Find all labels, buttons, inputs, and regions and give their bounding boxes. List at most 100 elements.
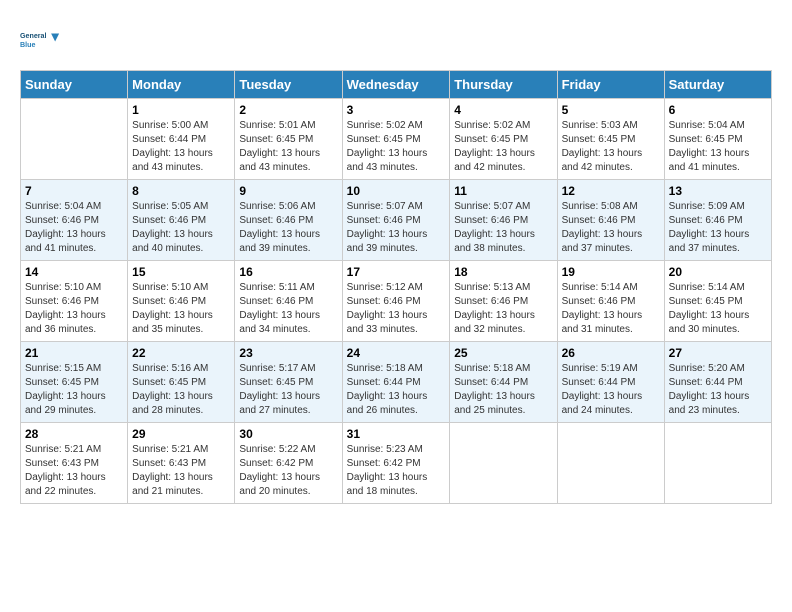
day-info: Sunrise: 5:10 AMSunset: 6:46 PMDaylight:… (25, 281, 123, 337)
day-number: 8 (132, 184, 230, 198)
calendar-cell: 22 Sunrise: 5:16 AMSunset: 6:45 PMDayligh… (128, 342, 235, 423)
day-info: Sunrise: 5:15 AMSunset: 6:45 PMDaylight:… (25, 362, 123, 418)
calendar-cell: 4 Sunrise: 5:02 AMSunset: 6:45 PMDaylight… (450, 99, 557, 180)
day-info: Sunrise: 5:08 AMSunset: 6:46 PMDaylight:… (562, 200, 660, 256)
day-number: 19 (562, 265, 660, 279)
weekday-header-sunday: Sunday (21, 71, 128, 99)
day-info: Sunrise: 5:21 AMSunset: 6:43 PMDaylight:… (132, 443, 230, 499)
day-number: 24 (347, 346, 446, 360)
calendar-week-row: 21Sunrise: 5:15 AMSunset: 6:45 PMDayligh… (21, 342, 772, 423)
day-info: Sunrise: 5:09 AMSunset: 6:46 PMDaylight:… (669, 200, 767, 256)
day-info: Sunrise: 5:14 AMSunset: 6:45 PMDaylight:… (669, 281, 767, 337)
day-info: Sunrise: 5:10 AMSunset: 6:46 PMDaylight:… (132, 281, 230, 337)
logo-icon: GeneralBlue (20, 20, 60, 60)
day-info: Sunrise: 5:14 AMSunset: 6:46 PMDaylight:… (562, 281, 660, 337)
calendar-cell: 2 Sunrise: 5:01 AMSunset: 6:45 PMDaylight… (235, 99, 342, 180)
weekday-header-saturday: Saturday (664, 71, 771, 99)
calendar-cell: 19 Sunrise: 5:14 AMSunset: 6:46 PMDayligh… (557, 261, 664, 342)
day-info: Sunrise: 5:22 AMSunset: 6:42 PMDaylight:… (239, 443, 337, 499)
weekday-header-monday: Monday (128, 71, 235, 99)
calendar-cell: 27 Sunrise: 5:20 AMSunset: 6:44 PMDayligh… (664, 342, 771, 423)
day-info: Sunrise: 5:02 AMSunset: 6:45 PMDaylight:… (454, 119, 552, 175)
calendar-cell (450, 423, 557, 504)
calendar-cell: 21Sunrise: 5:15 AMSunset: 6:45 PMDayligh… (21, 342, 128, 423)
calendar-cell: 9 Sunrise: 5:06 AMSunset: 6:46 PMDaylight… (235, 180, 342, 261)
day-number: 3 (347, 103, 446, 117)
day-info: Sunrise: 5:18 AMSunset: 6:44 PMDaylight:… (347, 362, 446, 418)
day-number: 26 (562, 346, 660, 360)
calendar-cell: 11Sunrise: 5:07 AMSunset: 6:46 PMDayligh… (450, 180, 557, 261)
day-number: 13 (669, 184, 767, 198)
day-number: 18 (454, 265, 552, 279)
calendar-cell: 25 Sunrise: 5:18 AMSunset: 6:44 PMDayligh… (450, 342, 557, 423)
calendar-week-row: 7Sunrise: 5:04 AMSunset: 6:46 PMDaylight… (21, 180, 772, 261)
day-number: 22 (132, 346, 230, 360)
calendar-cell: 17Sunrise: 5:12 AMSunset: 6:46 PMDayligh… (342, 261, 450, 342)
calendar-cell: 29 Sunrise: 5:21 AMSunset: 6:43 PMDayligh… (128, 423, 235, 504)
day-number: 6 (669, 103, 767, 117)
calendar-cell: 6 Sunrise: 5:04 AMSunset: 6:45 PMDaylight… (664, 99, 771, 180)
day-info: Sunrise: 5:11 AMSunset: 6:46 PMDaylight:… (239, 281, 337, 337)
day-info: Sunrise: 5:04 AMSunset: 6:45 PMDaylight:… (669, 119, 767, 175)
calendar-cell: 5Sunrise: 5:03 AMSunset: 6:45 PMDaylight… (557, 99, 664, 180)
weekday-header-friday: Friday (557, 71, 664, 99)
calendar-cell: 7Sunrise: 5:04 AMSunset: 6:46 PMDaylight… (21, 180, 128, 261)
weekday-header-wednesday: Wednesday (342, 71, 450, 99)
calendar-cell: 28 Sunrise: 5:21 AMSunset: 6:43 PMDayligh… (21, 423, 128, 504)
day-number: 25 (454, 346, 552, 360)
calendar-cell: 12 Sunrise: 5:08 AMSunset: 6:46 PMDayligh… (557, 180, 664, 261)
calendar-cell: 14 Sunrise: 5:10 AMSunset: 6:46 PMDayligh… (21, 261, 128, 342)
day-number: 12 (562, 184, 660, 198)
day-info: Sunrise: 5:21 AMSunset: 6:43 PMDaylight:… (25, 443, 123, 499)
calendar-cell: 26 Sunrise: 5:19 AMSunset: 6:44 PMDayligh… (557, 342, 664, 423)
day-number: 31 (347, 427, 446, 441)
calendar-cell: 3 Sunrise: 5:02 AMSunset: 6:45 PMDaylight… (342, 99, 450, 180)
day-number: 4 (454, 103, 552, 117)
calendar-cell: 10 Sunrise: 5:07 AMSunset: 6:46 PMDayligh… (342, 180, 450, 261)
day-number: 1 (132, 103, 230, 117)
svg-text:General: General (20, 32, 47, 40)
day-info: Sunrise: 5:06 AMSunset: 6:46 PMDaylight:… (239, 200, 337, 256)
calendar-cell (557, 423, 664, 504)
calendar-table: SundayMondayTuesdayWednesdayThursdayFrid… (20, 70, 772, 504)
day-number: 7 (25, 184, 123, 198)
weekday-header-row: SundayMondayTuesdayWednesdayThursdayFrid… (21, 71, 772, 99)
day-info: Sunrise: 5:00 AMSunset: 6:44 PMDaylight:… (132, 119, 230, 175)
day-number: 10 (347, 184, 446, 198)
day-number: 11 (454, 184, 552, 198)
day-info: Sunrise: 5:01 AMSunset: 6:45 PMDaylight:… (239, 119, 337, 175)
day-number: 2 (239, 103, 337, 117)
day-info: Sunrise: 5:07 AMSunset: 6:46 PMDaylight:… (347, 200, 446, 256)
day-number: 30 (239, 427, 337, 441)
calendar-week-row: 1 Sunrise: 5:00 AMSunset: 6:44 PMDaylight… (21, 99, 772, 180)
day-number: 9 (239, 184, 337, 198)
calendar-week-row: 28 Sunrise: 5:21 AMSunset: 6:43 PMDayligh… (21, 423, 772, 504)
day-number: 28 (25, 427, 123, 441)
day-info: Sunrise: 5:18 AMSunset: 6:44 PMDaylight:… (454, 362, 552, 418)
weekday-header-thursday: Thursday (450, 71, 557, 99)
calendar-cell: 23Sunrise: 5:17 AMSunset: 6:45 PMDayligh… (235, 342, 342, 423)
calendar-cell (21, 99, 128, 180)
day-number: 20 (669, 265, 767, 279)
day-number: 29 (132, 427, 230, 441)
day-info: Sunrise: 5:17 AMSunset: 6:45 PMDaylight:… (239, 362, 337, 418)
calendar-cell: 1 Sunrise: 5:00 AMSunset: 6:44 PMDaylight… (128, 99, 235, 180)
calendar-cell: 24 Sunrise: 5:18 AMSunset: 6:44 PMDayligh… (342, 342, 450, 423)
calendar-cell: 15 Sunrise: 5:10 AMSunset: 6:46 PMDayligh… (128, 261, 235, 342)
day-info: Sunrise: 5:05 AMSunset: 6:46 PMDaylight:… (132, 200, 230, 256)
day-number: 15 (132, 265, 230, 279)
day-number: 27 (669, 346, 767, 360)
day-info: Sunrise: 5:02 AMSunset: 6:45 PMDaylight:… (347, 119, 446, 175)
calendar-cell: 13 Sunrise: 5:09 AMSunset: 6:46 PMDayligh… (664, 180, 771, 261)
day-info: Sunrise: 5:16 AMSunset: 6:45 PMDaylight:… (132, 362, 230, 418)
day-number: 14 (25, 265, 123, 279)
day-info: Sunrise: 5:19 AMSunset: 6:44 PMDaylight:… (562, 362, 660, 418)
day-info: Sunrise: 5:20 AMSunset: 6:44 PMDaylight:… (669, 362, 767, 418)
calendar-cell: 31 Sunrise: 5:23 AMSunset: 6:42 PMDayligh… (342, 423, 450, 504)
calendar-cell: 16Sunrise: 5:11 AMSunset: 6:46 PMDayligh… (235, 261, 342, 342)
day-number: 17 (347, 265, 446, 279)
svg-text:Blue: Blue (20, 41, 35, 49)
day-info: Sunrise: 5:23 AMSunset: 6:42 PMDaylight:… (347, 443, 446, 499)
calendar-cell: 20 Sunrise: 5:14 AMSunset: 6:45 PMDayligh… (664, 261, 771, 342)
calendar-cell (664, 423, 771, 504)
